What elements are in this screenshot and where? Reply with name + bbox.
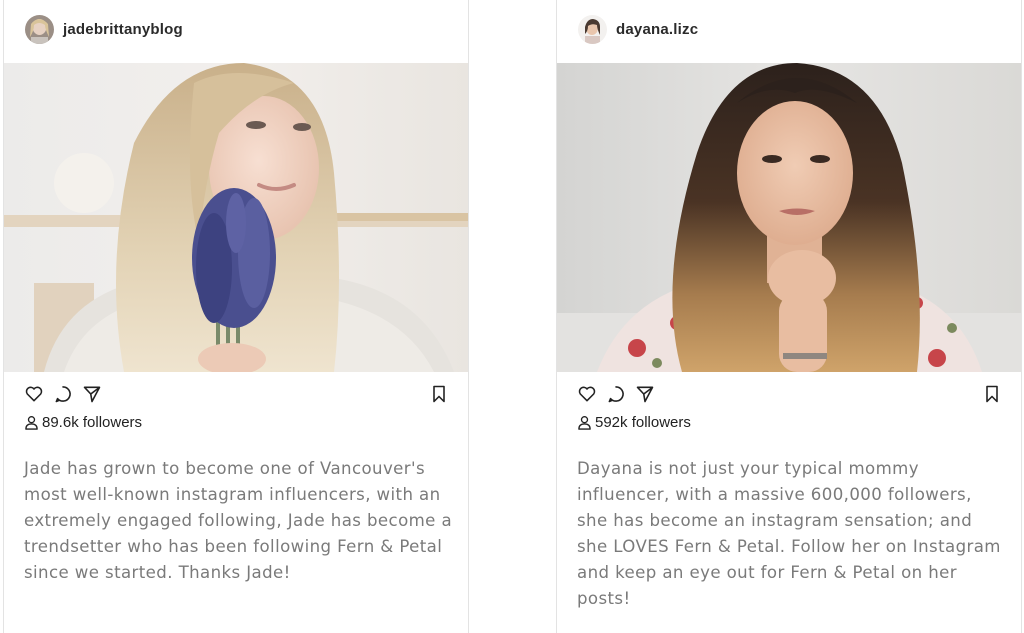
comment-icon[interactable] [606,384,626,404]
heart-icon[interactable] [577,384,597,404]
bookmark-icon[interactable] [429,384,449,404]
user-icon [25,416,38,430]
avatar[interactable] [25,15,54,44]
follower-count: 89.6k followers [24,414,142,431]
share-icon[interactable] [82,384,102,404]
username[interactable]: jadebrittanyblog [63,21,183,38]
follower-count-text: 89.6k followers [42,414,143,431]
post-caption: Dayana is not just your typical mommy in… [577,459,1001,608]
username[interactable]: dayana.lizc [616,21,698,38]
follower-count-text: 592k followers [595,414,691,431]
share-icon[interactable] [635,384,655,404]
post-image [4,63,468,372]
post-header: dayana.lizc [557,0,1021,63]
post-image [557,63,1021,372]
post-actions [557,372,1021,416]
follower-count: 592k followers [577,414,691,431]
post-card-dayana-lizc: dayana.lizc 592k followers Dayana is not… [556,0,1022,633]
comment-icon[interactable] [53,384,73,404]
post-actions [4,372,468,416]
post-header: jadebrittanyblog [4,0,468,63]
heart-icon[interactable] [24,384,44,404]
avatar[interactable] [578,15,607,44]
post-card-jadebrittanyblog: jadebrittanyblog 89.6k followers Jade ha… [3,0,469,633]
post-caption: Jade has grown to become one of Vancouve… [24,459,453,582]
user-icon [578,416,591,430]
bookmark-icon[interactable] [982,384,1002,404]
